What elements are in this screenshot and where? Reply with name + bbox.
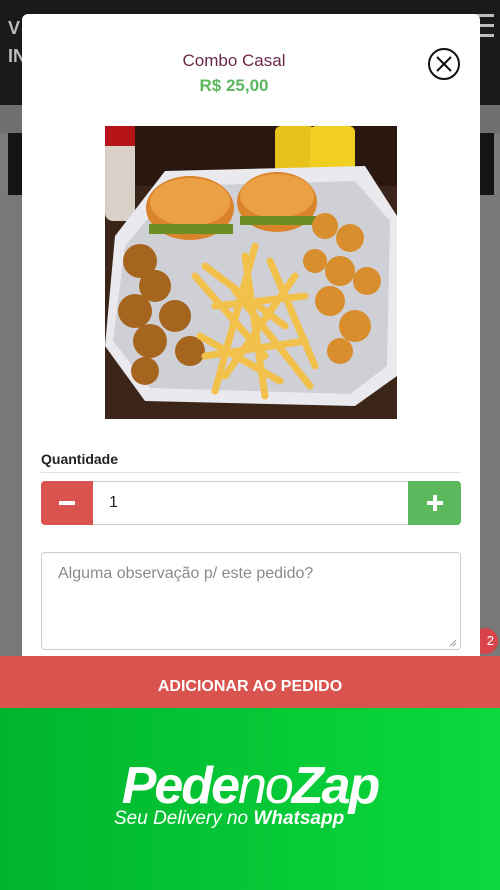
tagline-bold: Whatsapp xyxy=(253,808,345,829)
brand-part-2: no xyxy=(238,757,294,815)
brand-part-1: Pede xyxy=(121,757,240,815)
brand-logo: PedenoZap xyxy=(0,758,500,814)
close-icon xyxy=(436,56,452,72)
brand-part-3: Zap xyxy=(291,757,380,815)
product-price: R$ 25,00 xyxy=(199,76,269,95)
increase-quantity-button[interactable] xyxy=(408,481,461,525)
product-modal: Combo Casal R$ 25,00 Quantidade 1 Alguma… xyxy=(22,14,480,656)
quantity-input[interactable] xyxy=(93,481,408,525)
decrease-quantity-button[interactable] xyxy=(41,481,93,525)
resize-grip-icon[interactable] xyxy=(449,639,457,647)
divider xyxy=(41,472,461,473)
add-to-order-button[interactable]: ADICIONAR AO PEDIDO xyxy=(0,656,500,708)
product-image xyxy=(105,126,397,419)
quantity-stepper xyxy=(41,481,461,525)
tagline-prefix: Seu Delivery no xyxy=(114,808,254,829)
pedenozap-banner[interactable]: PedenoZap Seu Delivery no Whatsapp xyxy=(0,708,500,890)
quantity-label: Quantidade xyxy=(41,451,119,467)
background-header-title: V xyxy=(8,18,21,38)
food-photo-icon xyxy=(105,126,397,419)
brand-tagline: Seu Delivery no Whatsapp xyxy=(114,808,344,830)
close-button[interactable] xyxy=(428,48,460,80)
observation-field[interactable] xyxy=(41,552,461,650)
product-name: Combo Casal xyxy=(182,51,286,70)
